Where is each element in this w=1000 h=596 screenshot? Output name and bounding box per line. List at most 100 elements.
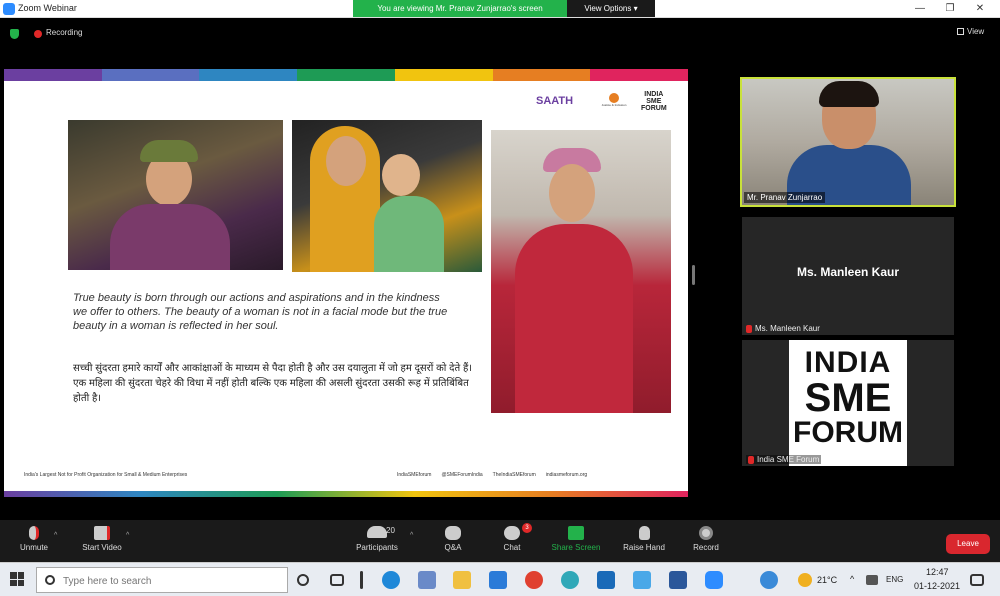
window-titlebar: Zoom Webinar You are viewing Mr. Pranav … bbox=[0, 0, 1000, 18]
search-icon bbox=[45, 575, 55, 585]
video-options-caret-icon[interactable]: ^ bbox=[126, 532, 129, 539]
youtube-link-text: TheIndiaSMEforum bbox=[492, 472, 536, 478]
india-sme-forum-small-logo: INDIA SME FORUM bbox=[641, 91, 667, 112]
participants-caret-icon[interactable]: ^ bbox=[410, 532, 413, 539]
participant-name-label: Ms. Manleen Kaur bbox=[755, 324, 820, 333]
partner-logo-mark bbox=[609, 93, 619, 103]
person-hair-shape bbox=[819, 81, 879, 107]
share-screen-button[interactable]: Share Screen bbox=[548, 526, 604, 552]
photos-icon[interactable] bbox=[633, 571, 651, 589]
grid-icon bbox=[957, 28, 964, 36]
security-shield-icon[interactable] bbox=[10, 29, 19, 39]
sme-logo-line-3: FORUM bbox=[793, 416, 903, 449]
raise-hand-label: Raise Hand bbox=[623, 543, 665, 552]
qa-icon bbox=[445, 526, 461, 540]
taskbar-search-input[interactable] bbox=[63, 572, 283, 590]
record-icon bbox=[699, 526, 713, 540]
chat-icon-wrap: 3 bbox=[498, 523, 532, 540]
app-link-icon[interactable] bbox=[561, 571, 579, 589]
india-sme-forum-logo: INDIA SME FORUM bbox=[789, 340, 907, 466]
raise-hand-button[interactable]: Raise Hand bbox=[620, 526, 668, 552]
participant-tile-video[interactable]: Mr. Pranav Zunjarrao bbox=[740, 77, 956, 207]
participant-display-name: Ms. Manleen Kaur bbox=[796, 265, 900, 279]
chrome-icon[interactable] bbox=[525, 571, 543, 589]
video-off-icon bbox=[94, 526, 110, 540]
sme-logo-line-2: SME bbox=[804, 376, 892, 420]
network-globe-icon[interactable] bbox=[760, 571, 778, 589]
meeting-toolbar: Unmute ^ Start Video ^ 20 Participants ^… bbox=[0, 520, 1000, 562]
qa-button[interactable]: Q&A bbox=[438, 526, 468, 552]
face-shape bbox=[549, 164, 595, 222]
clock-date[interactable]: 01-12-2021 bbox=[914, 581, 960, 591]
participant-tile-sme-forum[interactable]: INDIA SME FORUM India SME Forum bbox=[742, 340, 954, 466]
unmute-button[interactable]: Unmute bbox=[14, 526, 54, 552]
recording-icon bbox=[34, 30, 42, 38]
slide-bottom-gradient bbox=[4, 491, 688, 497]
weather-sun-icon[interactable] bbox=[798, 573, 812, 587]
task-view-icon[interactable] bbox=[330, 574, 344, 586]
battery-icon[interactable] bbox=[866, 575, 878, 585]
dress-shape bbox=[515, 224, 633, 413]
audio-options-caret-icon[interactable]: ^ bbox=[54, 532, 57, 539]
screen-share-banner: You are viewing Mr. Pranav Zunjarrao's s… bbox=[353, 0, 567, 17]
record-label: Record bbox=[693, 543, 719, 552]
photo-mother-child bbox=[292, 120, 482, 272]
color-bar-segment bbox=[199, 69, 298, 81]
mail-icon[interactable] bbox=[597, 571, 615, 589]
recording-label: Recording bbox=[46, 28, 83, 37]
sme-logo-line-1: INDIA bbox=[804, 346, 892, 379]
zoom-app-icon bbox=[3, 3, 15, 15]
dropbox-icon[interactable] bbox=[418, 571, 436, 589]
facebook-link-text: IndiaSMEforum bbox=[397, 472, 432, 478]
view-button[interactable]: View bbox=[957, 27, 984, 36]
tray-expand-caret-icon[interactable]: ^ bbox=[850, 574, 854, 584]
file-explorer-icon[interactable] bbox=[453, 571, 471, 589]
close-button[interactable]: ✕ bbox=[965, 0, 995, 17]
color-bar-segment bbox=[394, 69, 493, 81]
window-title: Zoom Webinar bbox=[18, 3, 77, 13]
participants-count: 20 bbox=[386, 526, 395, 535]
color-bar-segment bbox=[590, 69, 689, 81]
store-icon[interactable] bbox=[489, 571, 507, 589]
start-video-button[interactable]: Start Video bbox=[76, 526, 128, 552]
participant-name-tag: Ms. Manleen Kaur bbox=[746, 324, 820, 333]
taskbar-separator bbox=[360, 571, 363, 589]
view-options-button[interactable]: View Options ▾ bbox=[567, 0, 655, 17]
clock-time[interactable]: 12:47 bbox=[926, 567, 949, 577]
weather-temperature[interactable]: 21°C bbox=[817, 575, 837, 585]
muted-mic-icon bbox=[748, 455, 754, 464]
color-bar-segment bbox=[4, 69, 102, 81]
partner-logo-text: Justice & Inclusion bbox=[601, 103, 627, 107]
taskbar-search-box[interactable] bbox=[36, 567, 288, 593]
zoom-taskbar-icon[interactable] bbox=[705, 571, 723, 589]
logo-line-1: INDIA bbox=[644, 91, 664, 98]
leave-button[interactable]: Leave bbox=[946, 534, 990, 554]
participant-name-tag: Mr. Pranav Zunjarrao bbox=[744, 192, 826, 203]
edge-browser-icon[interactable] bbox=[382, 571, 400, 589]
face-shape bbox=[326, 136, 366, 186]
chat-button[interactable]: 3 Chat bbox=[498, 523, 532, 552]
muted-mic-icon bbox=[746, 324, 752, 333]
maximize-button[interactable]: ❐ bbox=[935, 0, 965, 17]
windows-start-icon[interactable] bbox=[10, 572, 24, 586]
color-bar-segment bbox=[492, 69, 591, 81]
saath-logo: SAATH bbox=[536, 95, 574, 107]
view-label: View bbox=[967, 27, 985, 36]
cortana-icon[interactable] bbox=[297, 574, 309, 586]
minimize-button[interactable]: — bbox=[905, 0, 935, 17]
microphone-muted-icon bbox=[29, 526, 39, 540]
panel-resize-handle[interactable] bbox=[692, 265, 695, 285]
word-icon[interactable] bbox=[669, 571, 687, 589]
garment-shape bbox=[110, 204, 230, 270]
keyboard-language[interactable]: ENG bbox=[886, 575, 903, 584]
photo-young-girl bbox=[491, 130, 671, 413]
record-button[interactable]: Record bbox=[690, 526, 722, 552]
participants-button[interactable]: 20 Participants bbox=[350, 526, 404, 552]
participant-tile-manleen[interactable]: Ms. Manleen Kaur Ms. Manleen Kaur bbox=[742, 217, 954, 335]
partner-logo: Justice & Inclusion bbox=[601, 93, 627, 113]
notifications-icon[interactable] bbox=[970, 574, 984, 586]
logo-line-3: FORUM bbox=[641, 105, 667, 112]
participants-icon-wrap: 20 bbox=[350, 526, 404, 543]
slide-color-bar bbox=[4, 69, 689, 81]
child-garment-shape bbox=[374, 196, 444, 272]
